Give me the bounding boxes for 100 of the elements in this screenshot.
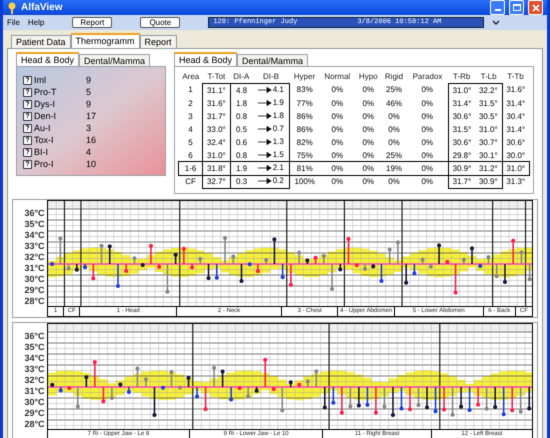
measurement-pin <box>66 386 71 390</box>
column-header: Hyper <box>290 71 320 84</box>
measurement-pin <box>186 376 190 387</box>
measurement-pin <box>99 244 104 264</box>
measurement-pin <box>364 387 369 407</box>
toolbar-button[interactable]: Quote <box>140 17 180 28</box>
measurement-pin <box>262 358 267 387</box>
tab[interactable]: Thermogramm <box>70 33 140 48</box>
tab[interactable]: Head & Body <box>16 52 80 66</box>
measurement-pin <box>194 387 199 398</box>
tab[interactable]: Report <box>140 35 177 48</box>
measurement-pin <box>510 238 515 264</box>
table-cell: 3 <box>188 112 193 120</box>
table-cell: 31.4° <box>506 124 526 134</box>
table-cell: 1.9 <box>272 97 284 109</box>
axis-label: 30°C <box>23 397 46 408</box>
measurement-pin <box>228 387 233 402</box>
table-cell: 31.1° <box>206 86 226 94</box>
table-cell: 0% <box>388 138 400 146</box>
measurement-pin <box>442 387 446 412</box>
measurement-pin <box>486 255 490 264</box>
table-cell: 0% <box>362 138 374 146</box>
index-value: 10 <box>86 158 96 171</box>
axis-label: 35°C <box>23 342 46 353</box>
maximize-button[interactable] <box>509 0 524 15</box>
table-cell: 1.3 <box>272 136 284 148</box>
table-cell: 2.1 <box>272 162 284 174</box>
table-cell: 31.4° <box>506 98 526 108</box>
table-cell: 30.6° <box>452 138 472 146</box>
table-cell: 0% <box>332 150 344 160</box>
close-button[interactable] <box>528 0 543 15</box>
measurement-pin <box>404 264 408 285</box>
table-cell: 86% <box>296 124 313 134</box>
measurement-pin <box>518 387 522 414</box>
measurement-pin <box>239 264 244 283</box>
chevron-down-icon[interactable] <box>492 20 500 26</box>
measurement-pin <box>84 375 88 387</box>
axis-label: 33°C <box>23 241 46 252</box>
measurement-pin <box>510 387 514 412</box>
table-cell: 75% <box>296 150 313 160</box>
axis-label: 35°C <box>23 219 46 230</box>
measurement-pin <box>428 264 432 269</box>
minimize-button[interactable] <box>490 0 505 15</box>
measurement-pin <box>470 246 474 264</box>
table-cell: 0% <box>388 124 400 134</box>
measurement-pin <box>264 258 268 264</box>
measurement-pin <box>346 236 350 264</box>
table-cell: 31.8° <box>206 164 226 172</box>
menu-item[interactable]: Help <box>28 16 44 28</box>
measurement-pin <box>321 254 326 264</box>
measurement-pin <box>230 254 235 264</box>
measurement-pin <box>379 264 383 283</box>
table-cell: 0% <box>332 138 344 146</box>
menu-item[interactable]: File <box>7 16 20 28</box>
table-cell: 0.8 <box>236 150 248 160</box>
measurement-pin <box>518 250 523 264</box>
measurement-pin <box>420 258 424 264</box>
table-cell: 0.7 <box>272 123 284 135</box>
tab[interactable]: Patient Data <box>11 35 71 48</box>
measurement-pin <box>330 387 335 405</box>
measurement-pin <box>296 382 301 387</box>
axis-label: 30°C <box>23 274 46 285</box>
table-cell: 1.9 <box>236 164 248 172</box>
table-cell: 31.0° <box>206 150 226 160</box>
table-cell: 0% <box>362 98 374 108</box>
toolbar-button[interactable]: Report <box>72 17 112 28</box>
measurement-pin <box>92 360 96 387</box>
measurement-pin <box>450 387 454 417</box>
axis-label: 28°C <box>23 419 46 430</box>
table-cell: 33.0° <box>206 124 226 134</box>
measurement-pin <box>395 240 400 264</box>
measurement-pin <box>271 387 276 392</box>
window-title: AlfaView <box>21 1 64 15</box>
measurement-pin <box>50 262 54 266</box>
measurement-pin <box>296 250 301 264</box>
measurement-pin <box>212 366 216 387</box>
column-header: T-Rb <box>448 71 476 84</box>
measurement-pin <box>272 237 276 264</box>
table-cell: 0% <box>388 176 400 186</box>
table-cell: 0% <box>362 164 374 172</box>
measurement-pin <box>75 387 80 408</box>
tab[interactable]: Dental/Mamma <box>79 54 150 66</box>
table-cell: 81% <box>296 164 313 172</box>
measurement-pin <box>461 258 466 264</box>
measurement-pin <box>144 377 148 387</box>
column-header: Rigid <box>384 71 404 84</box>
table-cell: 0% <box>332 85 344 94</box>
index-value: 9 <box>86 74 92 87</box>
measurement-pin <box>134 366 139 387</box>
measurement-pin <box>390 387 394 417</box>
measurement-pin <box>502 264 506 284</box>
measurement-pin <box>339 387 344 415</box>
measurement-pin <box>458 387 463 409</box>
measurement-pin <box>494 264 498 278</box>
measurement-pin <box>288 380 292 387</box>
measurement-pin <box>313 256 318 264</box>
measurement-pin <box>222 236 227 264</box>
measurement-pin <box>58 387 62 392</box>
tab[interactable]: Head & Body <box>174 52 238 66</box>
tab[interactable]: Dental/Mamma <box>237 54 308 66</box>
